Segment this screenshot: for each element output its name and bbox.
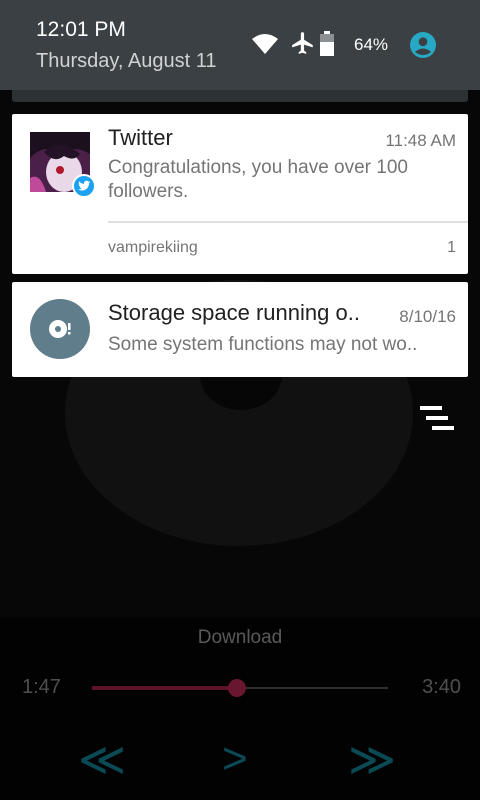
total-time: 3:40	[422, 676, 461, 698]
notification-count: 1	[447, 239, 456, 256]
notification-divider	[108, 221, 468, 223]
download-button[interactable]: Download	[0, 627, 480, 649]
shade-handle[interactable]	[12, 90, 468, 102]
user-account-icon[interactable]	[410, 32, 436, 63]
notification-account: vampirekiing	[108, 239, 198, 256]
storage-notification[interactable]: Storage space running o.. 8/10/16 Some s…	[12, 282, 468, 377]
notification-date: 8/10/16	[399, 307, 456, 326]
elapsed-time: 1:47	[22, 676, 61, 698]
fast-forward-button[interactable]: ≫	[348, 736, 396, 782]
seek-bar[interactable]	[92, 679, 388, 697]
seek-bar-thumb[interactable]	[228, 679, 247, 697]
notification-text: Some system functions may not wo..	[108, 334, 418, 355]
wifi-icon	[251, 33, 279, 60]
battery-percentage: 64%	[354, 35, 389, 54]
date: Thursday, August 11	[36, 50, 217, 72]
seek-bar-progress	[92, 686, 238, 690]
rewind-button[interactable]: ≪	[78, 736, 126, 782]
airplane-mode-icon	[290, 30, 316, 61]
notification-app-name: Twitter	[108, 125, 173, 150]
battery-icon	[319, 31, 335, 62]
twitter-notification[interactable]: Twitter 11:48 AM Congratulations, you ha…	[12, 114, 468, 274]
notification-text: Congratulations, you have over 100 follo…	[108, 157, 408, 202]
clock: 12:01 PM	[36, 18, 126, 41]
play-button[interactable]: >	[222, 736, 248, 782]
notification-time: 11:48 AM	[385, 131, 456, 150]
clear-all-icon[interactable]	[418, 406, 456, 437]
twitter-bird-icon	[72, 174, 96, 198]
quick-settings-header[interactable]	[0, 0, 480, 90]
storage-warning-icon	[30, 299, 90, 359]
notification-title: Storage space running o..	[108, 300, 360, 325]
